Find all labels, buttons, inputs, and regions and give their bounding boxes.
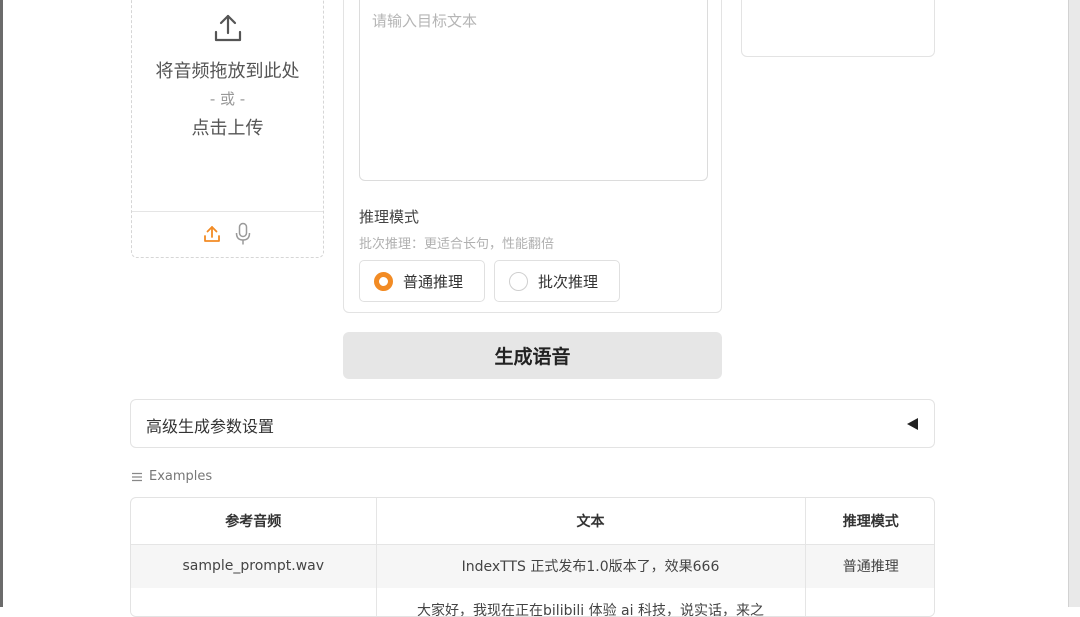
table-row[interactable]: 大家好，我现在正在bilibili 体验 ai 科技，说实话，来之 <box>131 588 934 617</box>
radio-batch-inference[interactable]: 批次推理 <box>494 260 620 302</box>
table-cell: 大家好，我现在正在bilibili 体验 ai 科技，说实话，来之 <box>375 588 805 617</box>
table-cell: sample_prompt.wav <box>131 544 376 588</box>
upload-arrow-icon <box>214 14 242 42</box>
radio-selected-icon <box>374 271 393 291</box>
examples-label: Examples <box>149 469 213 484</box>
click-upload-text[interactable]: 点击上传 <box>132 114 323 140</box>
or-text: - 或 - <box>209 90 246 108</box>
advanced-settings-title: 高级生成参数设置 <box>146 417 275 436</box>
examples-header: Examples <box>131 469 212 484</box>
radio-label: 批次推理 <box>538 272 599 291</box>
drop-audio-text: 将音频拖放到此处 <box>155 61 300 82</box>
column-header: 推理模式 <box>804 498 934 545</box>
table-cell <box>804 588 934 616</box>
column-header: 参考音频 <box>131 498 376 545</box>
upload-divider <box>132 211 323 212</box>
radio-normal-inference[interactable]: 普通推理 <box>359 260 485 302</box>
table-header-row: 参考音频 文本 推理模式 <box>131 498 934 545</box>
app-frame: 将音频拖放到此处 - 或 - 点击上传 推理模式 批次推理：更适合长句，性能翻倍… <box>0 0 1080 617</box>
collapse-arrow-icon[interactable] <box>907 418 918 430</box>
table-cell: 普通推理 <box>804 544 934 588</box>
generate-speech-button[interactable]: 生成语音 <box>343 332 722 379</box>
target-text-input[interactable] <box>359 0 708 181</box>
target-text-panel: 推理模式 批次推理：更适合长句，性能翻倍 普通推理 批次推理 <box>343 0 722 313</box>
advanced-settings-accordion[interactable]: 高级生成参数设置 <box>130 399 935 448</box>
radio-unselected-icon <box>509 271 528 291</box>
table-row[interactable]: sample_prompt.wav IndexTTS 正式发布1.0版本了，效果… <box>131 544 934 588</box>
list-icon <box>132 472 142 481</box>
window-edge-left <box>0 0 3 607</box>
inference-mode-hint: 批次推理：更适合长句，性能翻倍 <box>359 237 555 252</box>
upload-icon[interactable] <box>202 224 222 244</box>
audio-upload-dropzone[interactable]: 将音频拖放到此处 - 或 - 点击上传 <box>131 0 324 258</box>
radio-label: 普通推理 <box>403 272 464 291</box>
table-cell: IndexTTS 正式发布1.0版本了，效果666 <box>375 544 805 588</box>
examples-table: 参考音频 文本 推理模式 sample_prompt.wav IndexTTS … <box>130 497 935 617</box>
table-cell <box>131 588 376 616</box>
column-header: 文本 <box>375 498 805 545</box>
output-audio-panel <box>741 0 935 57</box>
cell-text: 大家好，我现在正在bilibili 体验 ai 科技，说实话，来之 <box>417 603 764 617</box>
inference-mode-label: 推理模式 <box>359 208 420 226</box>
scrollbar-track[interactable] <box>1068 0 1080 607</box>
microphone-icon[interactable] <box>234 222 252 246</box>
